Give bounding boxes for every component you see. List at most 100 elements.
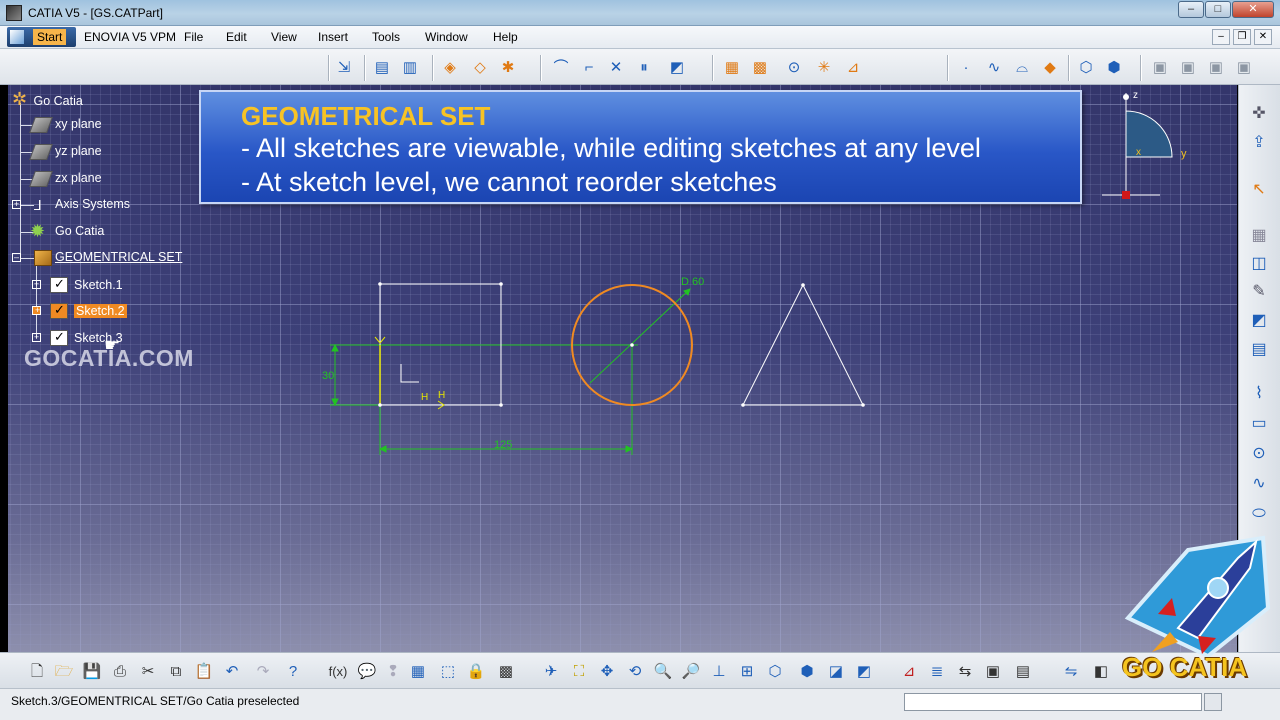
constraint-icon[interactable]: ✎	[1248, 281, 1270, 303]
command-dropdown-button[interactable]	[1204, 693, 1222, 711]
table-icon[interactable]: ▦	[407, 661, 429, 683]
menu-bar: Start ENOVIA V5 VPM File Edit View Inser…	[0, 26, 1280, 49]
fit-all-icon[interactable]: ⛶	[568, 661, 590, 683]
arc-icon[interactable]: ⌓	[1012, 58, 1032, 78]
mirror-icon[interactable]: ⏸	[634, 58, 654, 78]
menu-file[interactable]: File	[184, 30, 203, 44]
start-menu[interactable]: Start	[7, 27, 76, 47]
doc-restore-button[interactable]: ❐	[1233, 29, 1251, 45]
normal-view-icon[interactable]: ⊥	[708, 661, 730, 683]
menu-window[interactable]: Window	[425, 30, 468, 44]
whats-this-icon[interactable]: ?	[282, 661, 304, 683]
undo-icon[interactable]: ↶	[221, 661, 243, 683]
knowledge-icon[interactable]: ▩	[495, 661, 517, 683]
point-icon[interactable]: ·	[956, 58, 976, 78]
ellipse-icon[interactable]: ⬭	[1248, 503, 1270, 525]
operation-icon[interactable]: ◫	[1248, 253, 1270, 275]
iso-view-icon[interactable]: ⬡	[764, 661, 786, 683]
project-3d-icon[interactable]: ◩	[667, 58, 687, 78]
eraser-icon[interactable]: ◆	[1040, 58, 1060, 78]
cut-icon[interactable]: ✂	[137, 661, 159, 683]
tools-icon-3[interactable]: ▣	[1206, 58, 1226, 78]
redo-icon[interactable]: ↷	[252, 661, 274, 683]
construction-element-icon[interactable]: ⊙	[784, 58, 804, 78]
menu-insert[interactable]: Insert	[318, 30, 348, 44]
exit-icon[interactable]: ⇪	[1248, 132, 1270, 154]
select-icon[interactable]: ↖	[1248, 179, 1270, 201]
spline-icon[interactable]: ∿	[1248, 473, 1270, 495]
paste-icon[interactable]: 📋	[193, 661, 215, 683]
corner-icon[interactable]: ⌒	[551, 58, 571, 78]
sketch-viewport[interactable]: ✲ Go Catia xy plane yz plane zx plane + …	[8, 85, 1237, 652]
dimension-constraint-icon[interactable]: ✱	[498, 58, 518, 78]
toolbar-separator	[1140, 55, 1142, 81]
menu-enovia[interactable]: ENOVIA V5 VPM	[84, 30, 176, 44]
formula-icon[interactable]: f(x)	[327, 661, 349, 683]
tools-icon-1[interactable]: ▣	[1150, 58, 1170, 78]
multi-view-icon[interactable]: ⊞	[736, 661, 758, 683]
grid-icon[interactable]: ▦	[722, 58, 742, 78]
sketch-solving-icon[interactable]: ⬢	[1104, 58, 1124, 78]
snap-to-point-icon[interactable]: ▩	[750, 58, 770, 78]
copy-icon[interactable]: ⧉	[165, 661, 187, 683]
zoom-out-icon[interactable]: 🔎	[680, 661, 702, 683]
rotate-icon[interactable]: ⟲	[624, 661, 646, 683]
geometry-constraint-icon[interactable]: ◇	[470, 58, 490, 78]
analysis-icon[interactable]: ◩	[1248, 310, 1270, 332]
rectangle-icon[interactable]: ▭	[1248, 413, 1270, 435]
doc-close-button[interactable]: ✕	[1254, 29, 1272, 45]
zoom-in-icon[interactable]: 🔍	[652, 661, 674, 683]
profile-icon[interactable]: ⌇	[1248, 383, 1270, 405]
new-document-icon[interactable]: 🗋	[26, 661, 48, 683]
tools-icon-2[interactable]: ▣	[1178, 58, 1198, 78]
tools-palette-icon[interactable]: ✜	[1248, 103, 1270, 125]
start-icon	[10, 30, 24, 44]
doc-minimize-button[interactable]: –	[1212, 29, 1230, 45]
insert-icon[interactable]: ▤	[1248, 339, 1270, 361]
exit-workbench-icon[interactable]: ⇲	[334, 58, 354, 78]
apply-material-icon[interactable]: ◧	[1090, 661, 1112, 683]
comment-icon[interactable]: 💬	[356, 661, 378, 683]
circle-icon[interactable]: ⊙	[1248, 443, 1270, 465]
save-icon[interactable]: 💾	[81, 661, 103, 683]
print-icon[interactable]: ⎙	[109, 661, 131, 683]
workbench-switch-icon[interactable]: ⇋	[1060, 661, 1082, 683]
compass-icon[interactable]: z x y	[1100, 87, 1190, 202]
trim-icon[interactable]: ✕	[606, 58, 626, 78]
maximize-button[interactable]: □	[1205, 1, 1231, 18]
tools-icon-4[interactable]: ▣	[1234, 58, 1254, 78]
cut-part-icon[interactable]: ◈	[440, 58, 460, 78]
swap-visible-space-icon[interactable]: ◩	[853, 661, 875, 683]
dimensional-constraints-icon[interactable]: ⊿	[843, 58, 863, 78]
bulb-icon[interactable]: ❢	[382, 661, 404, 683]
menu-edit[interactable]: Edit	[226, 30, 247, 44]
properties-icon[interactable]: ▣	[982, 661, 1004, 683]
geometrical-constraints-icon[interactable]: ✳	[814, 58, 834, 78]
minimize-button[interactable]: –	[1178, 1, 1204, 18]
chamfer-icon[interactable]: ⌐	[579, 58, 599, 78]
sketch-analysis-icon[interactable]: ⊿	[898, 661, 920, 683]
measure-icon[interactable]: ▤	[1012, 661, 1034, 683]
shading-icon[interactable]: ⬢	[796, 661, 818, 683]
toolbar-separator	[540, 55, 542, 81]
menu-tools[interactable]: Tools	[372, 30, 400, 44]
positioned-sketch-icon[interactable]: ▥	[400, 58, 420, 78]
menu-view[interactable]: View	[271, 30, 297, 44]
sketch-output-icon[interactable]: ≣	[926, 661, 948, 683]
fly-mode-icon[interactable]: ✈	[540, 661, 562, 683]
close-button[interactable]: ✕	[1232, 1, 1274, 18]
document-window-controls: – ❐ ✕	[1212, 29, 1272, 45]
catalog-icon[interactable]: ⬚	[437, 661, 459, 683]
sketch-icon[interactable]: ▤	[372, 58, 392, 78]
open-icon[interactable]: 🗁	[53, 661, 75, 683]
lock-icon[interactable]: 🔒	[465, 661, 487, 683]
command-input[interactable]	[904, 693, 1202, 711]
analysis-icon[interactable]: ⬡	[1076, 58, 1096, 78]
catia-app-icon[interactable]	[6, 5, 22, 21]
compare-icon[interactable]: ⇆	[954, 661, 976, 683]
pan-icon[interactable]: ✥	[596, 661, 618, 683]
hide-show-icon[interactable]: ◪	[825, 661, 847, 683]
profile-feature-icon[interactable]: ▦	[1248, 225, 1270, 247]
spline-icon[interactable]: ∿	[984, 58, 1004, 78]
menu-help[interactable]: Help	[493, 30, 518, 44]
